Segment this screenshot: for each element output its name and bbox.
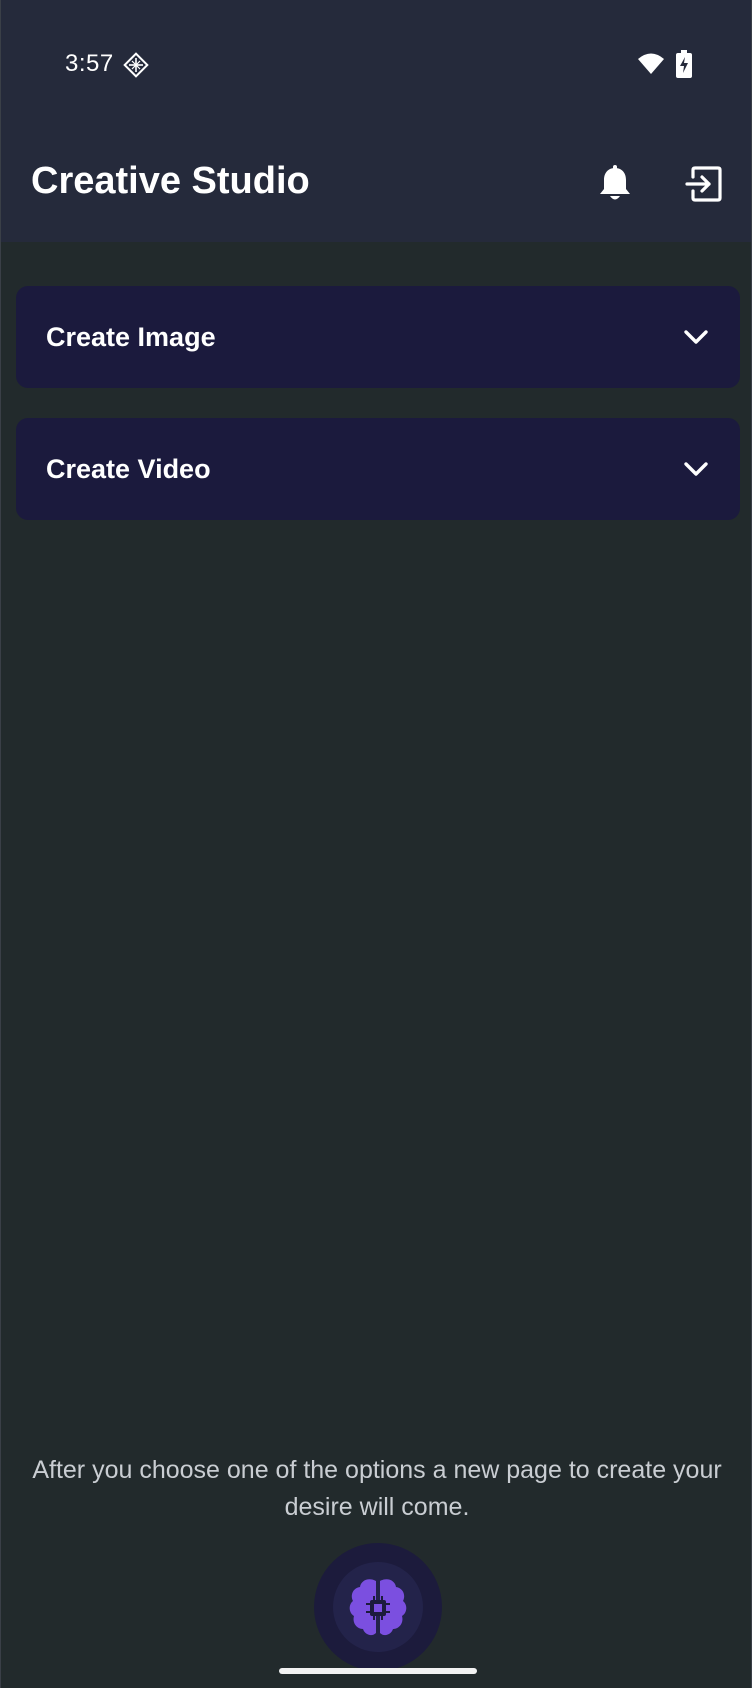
- wifi-icon: [638, 53, 664, 74]
- page-title: Creative Studio: [31, 160, 310, 202]
- home-indicator[interactable]: [279, 1668, 477, 1674]
- status-bar: 3:57: [1, 0, 751, 130]
- ai-assistant-button[interactable]: [314, 1543, 442, 1671]
- chevron-down-icon: [682, 455, 710, 483]
- top-app-area: 3:57 Creative Studio: [1, 0, 751, 242]
- create-video-accordion[interactable]: Create Video: [16, 418, 740, 520]
- screen: 3:57 Creative Studio Create Image Create…: [0, 0, 752, 1688]
- create-video-label: Create Video: [46, 453, 211, 484]
- battery-charging-icon: [676, 50, 692, 78]
- chevron-down-icon: [682, 323, 710, 351]
- diamond-grid-icon: [123, 52, 149, 78]
- status-time: 3:57: [65, 50, 114, 77]
- create-image-accordion[interactable]: Create Image: [16, 286, 740, 388]
- hint-text: After you choose one of the options a ne…: [32, 1456, 722, 1521]
- ai-assistant-button-inner: [333, 1562, 423, 1652]
- bell-icon: [600, 165, 630, 200]
- create-image-label: Create Image: [46, 321, 216, 352]
- logout-button[interactable]: [680, 160, 728, 208]
- notifications-button[interactable]: [591, 160, 639, 208]
- ai-brain-icon: [349, 1579, 407, 1636]
- logout-icon: [685, 166, 722, 202]
